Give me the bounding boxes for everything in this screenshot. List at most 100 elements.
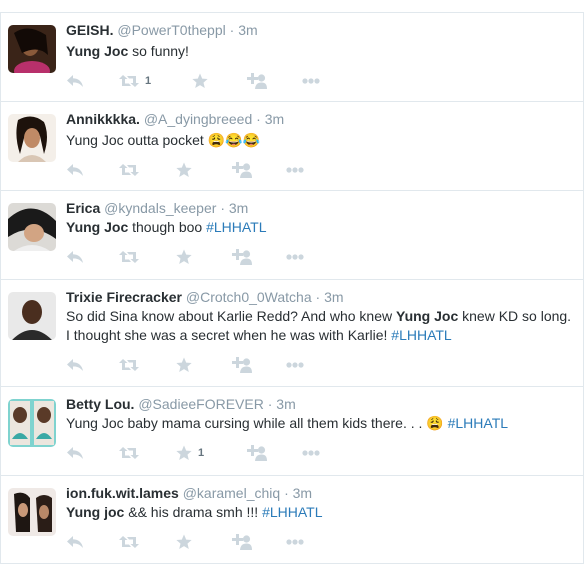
more-button[interactable] bbox=[286, 356, 304, 374]
tweet-timestamp[interactable]: 3m bbox=[293, 485, 312, 501]
avatar[interactable] bbox=[8, 25, 56, 73]
star-icon bbox=[192, 73, 208, 88]
more-button[interactable] bbox=[286, 248, 304, 266]
tweet-header: ion.fuk.wit.lames @karamel_chiq · 3m bbox=[66, 484, 575, 502]
user-handle[interactable]: @Crotch0_0Watcha bbox=[186, 289, 312, 305]
reply-icon bbox=[67, 359, 83, 371]
reply-button[interactable] bbox=[66, 72, 84, 90]
user-fullname[interactable]: Erica bbox=[66, 200, 100, 216]
tweet-text: Yung Joc baby mama cursing while all the… bbox=[66, 414, 575, 433]
user-handle[interactable]: @A_dyingbreeed bbox=[144, 111, 252, 127]
retweet-button[interactable] bbox=[119, 356, 145, 374]
bold-keyword: Yung joc bbox=[66, 504, 125, 520]
user-fullname[interactable]: ion.fuk.wit.lames bbox=[66, 485, 179, 501]
separator-dot: · bbox=[229, 22, 235, 38]
user-fullname[interactable]: Trixie Firecracker bbox=[66, 289, 182, 305]
user-fullname[interactable]: Annikkkka. bbox=[66, 111, 140, 127]
follow-button[interactable] bbox=[247, 444, 267, 462]
follow-button[interactable] bbox=[232, 248, 252, 266]
favorite-button[interactable] bbox=[176, 161, 198, 179]
reply-button[interactable] bbox=[66, 356, 84, 374]
favorite-button[interactable]: 1 bbox=[176, 444, 204, 462]
tweet[interactable]: Trixie Firecracker @Crotch0_0Watcha · 3m… bbox=[0, 279, 584, 386]
user-fullname[interactable]: Betty Lou. bbox=[66, 396, 134, 412]
retweet-button[interactable] bbox=[119, 533, 145, 551]
reply-button[interactable] bbox=[66, 533, 84, 551]
hashtag-link[interactable]: #LHHATL bbox=[448, 415, 508, 431]
favorite-button[interactable] bbox=[192, 72, 214, 90]
tweet-timestamp[interactable]: 3m bbox=[265, 111, 284, 127]
separator-dot: · bbox=[267, 396, 273, 412]
more-button[interactable] bbox=[302, 444, 320, 462]
tweet[interactable]: ion.fuk.wit.lames @karamel_chiq · 3m Yun… bbox=[0, 475, 584, 564]
favorite-button[interactable] bbox=[176, 248, 198, 266]
star-icon bbox=[176, 445, 192, 460]
star-icon bbox=[176, 357, 192, 372]
avatar[interactable] bbox=[8, 399, 56, 447]
more-dots-icon bbox=[302, 450, 320, 456]
avatar[interactable] bbox=[8, 114, 56, 162]
user-handle[interactable]: @kyndals_keeper bbox=[104, 200, 216, 216]
retweet-button[interactable] bbox=[119, 444, 145, 462]
text-segment: So did Sina know about Karlie Redd? And … bbox=[66, 308, 396, 324]
tweet-timestamp[interactable]: 3m bbox=[276, 396, 295, 412]
avatar[interactable] bbox=[8, 488, 56, 536]
hashtag-link[interactable]: #LHHATL bbox=[206, 219, 266, 235]
reply-button[interactable] bbox=[66, 161, 84, 179]
reply-icon bbox=[67, 164, 83, 176]
tweet[interactable]: GEISH. @PowerT0theppl · 3m Yung Joc so f… bbox=[0, 12, 584, 101]
more-button[interactable] bbox=[286, 161, 304, 179]
follow-user-icon bbox=[232, 357, 252, 373]
follow-button[interactable] bbox=[232, 161, 252, 179]
retweet-icon bbox=[119, 251, 139, 263]
retweet-icon bbox=[119, 359, 139, 371]
tweet-timestamp[interactable]: 3m bbox=[324, 289, 343, 305]
retweet-button[interactable]: 1 bbox=[119, 72, 151, 90]
avatar[interactable] bbox=[8, 292, 56, 340]
tweet-text: Yung joc && his drama smh !!! #LHHATL bbox=[66, 503, 575, 522]
tweet-timestamp[interactable]: 3m bbox=[238, 22, 257, 38]
reply-button[interactable] bbox=[66, 248, 84, 266]
tweet-text: Yung Joc though boo #LHHATL bbox=[66, 218, 575, 237]
tweet-timestamp[interactable]: 3m bbox=[229, 200, 248, 216]
follow-button[interactable] bbox=[232, 356, 252, 374]
follow-button[interactable] bbox=[247, 72, 267, 90]
more-dots-icon bbox=[302, 78, 320, 84]
bold-keyword: Yung Joc bbox=[66, 43, 129, 59]
more-button[interactable] bbox=[286, 533, 304, 551]
follow-user-icon bbox=[232, 162, 252, 178]
reply-icon bbox=[67, 75, 83, 87]
user-handle[interactable]: @karamel_chiq bbox=[183, 485, 280, 501]
retweet-button[interactable] bbox=[119, 248, 145, 266]
favorite-button[interactable] bbox=[176, 356, 198, 374]
tweet-header: GEISH. @PowerT0theppl · 3m bbox=[66, 21, 575, 39]
hashtag-link[interactable]: #LHHATL bbox=[391, 327, 451, 343]
tweet-header: Annikkkka. @A_dyingbreeed · 3m bbox=[66, 110, 575, 128]
separator-dot: · bbox=[220, 200, 225, 216]
favorite-button[interactable] bbox=[176, 533, 198, 551]
tweet-timeline: GEISH. @PowerT0theppl · 3m Yung Joc so f… bbox=[0, 12, 584, 564]
follow-button[interactable] bbox=[232, 533, 252, 551]
tweet[interactable]: Betty Lou. @SadieeFOREVER · 3m Yung Joc … bbox=[0, 386, 584, 475]
separator-dot: · bbox=[315, 289, 321, 305]
retweet-icon bbox=[119, 536, 139, 548]
tweet-text: So did Sina know about Karlie Redd? And … bbox=[66, 307, 575, 345]
user-handle[interactable]: @SadieeFOREVER bbox=[138, 396, 263, 412]
avatar[interactable] bbox=[8, 203, 56, 251]
tweet[interactable]: Annikkkka. @A_dyingbreeed · 3m Yung Joc … bbox=[0, 101, 584, 190]
user-handle[interactable]: @PowerT0theppl bbox=[117, 22, 225, 38]
favorite-count: 1 bbox=[198, 447, 205, 459]
tweet-header: Betty Lou. @SadieeFOREVER · 3m bbox=[66, 395, 575, 413]
tweet-header: Trixie Firecracker @Crotch0_0Watcha · 3m bbox=[66, 288, 575, 306]
more-button[interactable] bbox=[302, 72, 320, 90]
text-segment: Yung Joc outta pocket bbox=[66, 132, 208, 148]
retweet-button[interactable] bbox=[119, 161, 145, 179]
tweet[interactable]: Erica @kyndals_keeper · 3m Yung Joc thou… bbox=[0, 190, 584, 279]
text-segment: so funny! bbox=[128, 43, 189, 59]
reply-button[interactable] bbox=[66, 444, 84, 462]
retweet-icon bbox=[119, 75, 139, 87]
separator-dot: · bbox=[284, 485, 289, 501]
hashtag-link[interactable]: #LHHATL bbox=[262, 504, 322, 520]
user-fullname[interactable]: GEISH. bbox=[66, 22, 113, 38]
star-icon bbox=[176, 534, 192, 549]
